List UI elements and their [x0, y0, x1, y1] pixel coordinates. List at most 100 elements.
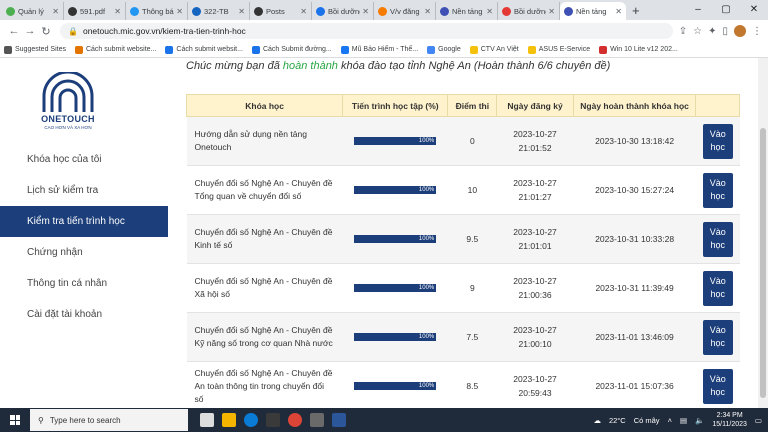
browser-tab[interactable]: Nền tảng ✕: [560, 2, 626, 20]
bookmark-icon: [527, 45, 536, 54]
tab-favicon-icon: [254, 6, 263, 16]
clock-date: 15/11/2023: [712, 421, 747, 428]
sidebar-item-my-courses[interactable]: Khóa học của tôi: [0, 144, 168, 175]
tab-close-icon[interactable]: ✕: [52, 7, 59, 16]
notification-icon[interactable]: ▭: [755, 416, 762, 425]
tab-close-icon[interactable]: ✕: [424, 7, 431, 16]
extensions-icon[interactable]: ✦: [708, 26, 716, 37]
tab-close-icon[interactable]: ✕: [548, 7, 555, 16]
close-window-icon[interactable]: ✕: [740, 0, 768, 20]
tab-favicon-icon: [68, 6, 77, 16]
sidebar-item-certificates[interactable]: Chứng nhận: [0, 237, 168, 268]
bookmark-item[interactable]: Win 10 Lite v12 202...: [599, 45, 678, 54]
tab-close-icon[interactable]: ✕: [300, 7, 307, 16]
tab-label: 591.pdf: [80, 6, 106, 16]
taskbar-search-placeholder: Type here to search: [49, 415, 121, 425]
bookmark-item[interactable]: Suggested Sites: [4, 45, 66, 54]
bookmark-item[interactable]: Mũ Bảo Hiểm - Thế...: [340, 45, 418, 54]
star-icon[interactable]: ☆: [693, 26, 702, 37]
register-time: 20:59:43: [518, 388, 552, 398]
tab-label: Nền tảng: [452, 6, 483, 16]
tab-close-icon[interactable]: ✕: [176, 7, 183, 16]
maximize-icon[interactable]: ▢: [712, 0, 740, 20]
reload-icon[interactable]: ↻: [38, 25, 54, 38]
register-date: 2023-10-27: [513, 227, 557, 237]
tab-close-icon[interactable]: ✕: [362, 7, 369, 16]
tab-close-icon[interactable]: ✕: [238, 7, 245, 16]
share-icon[interactable]: ⇪: [679, 26, 687, 37]
taskbar-clock[interactable]: 2:34 PM 15/11/2023: [712, 411, 747, 429]
bookmark-item[interactable]: Cách Submit đường...: [251, 45, 332, 54]
edge-icon[interactable]: [244, 413, 258, 427]
enter-course-button[interactable]: Vào học: [702, 319, 733, 355]
action-cell: Vào học: [695, 165, 740, 215]
forward-icon[interactable]: →: [22, 25, 38, 37]
course-name: Chuyển đổi số Nghệ An - Chuyên đề Kinh t…: [186, 214, 343, 264]
bookmark-label: Cách Submit đường...: [262, 46, 332, 53]
enter-course-button[interactable]: Vào học: [702, 368, 733, 404]
tray-chevron-icon[interactable]: ˄: [668, 416, 672, 425]
menu-icon[interactable]: ⋮: [752, 26, 762, 37]
bookmark-icon: [4, 45, 12, 54]
bookmark-item[interactable]: CTV An Việt: [469, 45, 519, 54]
course-name: Chuyển đổi số Nghệ An - Chuyên đề Tổng q…: [186, 165, 343, 215]
file-explorer-icon[interactable]: [222, 413, 236, 427]
browser-tab[interactable]: Bồi dưỡng ✕: [312, 2, 374, 20]
table-row: Chuyển đổi số Nghệ An - Chuyên đề Tổng q…: [186, 165, 740, 215]
start-button[interactable]: [0, 408, 30, 432]
browser-tab[interactable]: 322-TB ✕: [188, 2, 250, 20]
tab-close-icon[interactable]: ✕: [114, 7, 121, 16]
weather-icon[interactable]: ☁: [593, 416, 601, 425]
windows-taskbar: ⚲ Type here to search ☁ 22°C Có mây ˄ ▤ …: [0, 408, 768, 432]
bookmark-item[interactable]: Google: [427, 45, 461, 54]
enter-course-button[interactable]: Vào học: [702, 123, 733, 159]
taskbar-search[interactable]: ⚲ Type here to search: [30, 409, 188, 431]
app-icon[interactable]: [310, 413, 324, 427]
sidebar-item-learning-progress[interactable]: Kiểm tra tiến trình học: [0, 206, 168, 237]
tab-favicon-icon: [440, 6, 449, 16]
sidebar-item-test-history[interactable]: Lịch sử kiểm tra: [0, 175, 168, 206]
back-icon[interactable]: ←: [6, 25, 22, 37]
enter-course-button[interactable]: Vào học: [702, 172, 733, 208]
profile-avatar[interactable]: [734, 25, 746, 37]
sidebar-item-profile[interactable]: Thông tin cá nhân: [0, 268, 168, 299]
sidepanel-icon[interactable]: ▯: [722, 26, 728, 37]
browser-tab[interactable]: Bồi dưỡng ✕: [498, 2, 560, 20]
browser-tab[interactable]: V/v đăng ✕: [374, 2, 436, 20]
browser-tab[interactable]: Quản lý ✕: [2, 2, 64, 20]
table-header-row: Khóa học Tiến trình học tập (%) Điểm thi…: [185, 94, 740, 117]
tab-close-icon[interactable]: ✕: [486, 7, 493, 16]
enter-course-button[interactable]: Vào học: [702, 270, 733, 306]
page-scrollbar[interactable]: [758, 58, 768, 408]
tab-favicon-icon: [6, 6, 15, 16]
enter-course-button[interactable]: Vào học: [702, 221, 733, 257]
store-icon[interactable]: [266, 413, 280, 427]
url-text: onetouch.mic.gov.vn/kiem-tra-tien-trinh-…: [82, 26, 246, 36]
progress-label: 100%: [418, 285, 435, 291]
bookmark-item[interactable]: ASUS E-Service: [527, 45, 590, 54]
browser-tab[interactable]: Thông báo ✕: [126, 2, 188, 20]
register-time: 21:01:52: [518, 143, 552, 153]
word-icon[interactable]: [332, 413, 346, 427]
browser-tab[interactable]: Posts ✕: [250, 2, 312, 20]
tab-label: V/v đăng: [390, 6, 420, 16]
new-tab-button[interactable]: +: [626, 2, 646, 20]
bookmark-item[interactable]: Cách submit websit...: [165, 45, 243, 54]
volume-icon[interactable]: 🔈: [695, 416, 704, 425]
header-completion-date: Ngày hoàn thành khóa học: [572, 94, 697, 117]
bookmark-item[interactable]: Cách submit website...: [74, 45, 156, 54]
browser-tab[interactable]: 591.pdf ✕: [64, 2, 126, 20]
header-score: Điểm thi: [447, 94, 498, 117]
bookmark-icon: [599, 45, 608, 54]
url-input[interactable]: 🔒 onetouch.mic.gov.vn/kiem-tra-tien-trin…: [60, 23, 673, 39]
scrollbar-thumb[interactable]: [760, 128, 766, 398]
action-cell: Vào học: [695, 263, 740, 313]
sidebar-item-account-settings[interactable]: Cài đặt tài khoản: [0, 299, 168, 330]
browser-tab[interactable]: Nền tảng ✕: [436, 2, 498, 20]
network-icon[interactable]: ▤: [680, 416, 687, 425]
tab-close-icon[interactable]: ✕: [615, 7, 622, 16]
minimize-icon[interactable]: –: [684, 0, 712, 20]
progress-cell: 100%: [342, 312, 448, 362]
task-view-icon[interactable]: [200, 413, 214, 427]
chrome-icon[interactable]: [288, 413, 302, 427]
